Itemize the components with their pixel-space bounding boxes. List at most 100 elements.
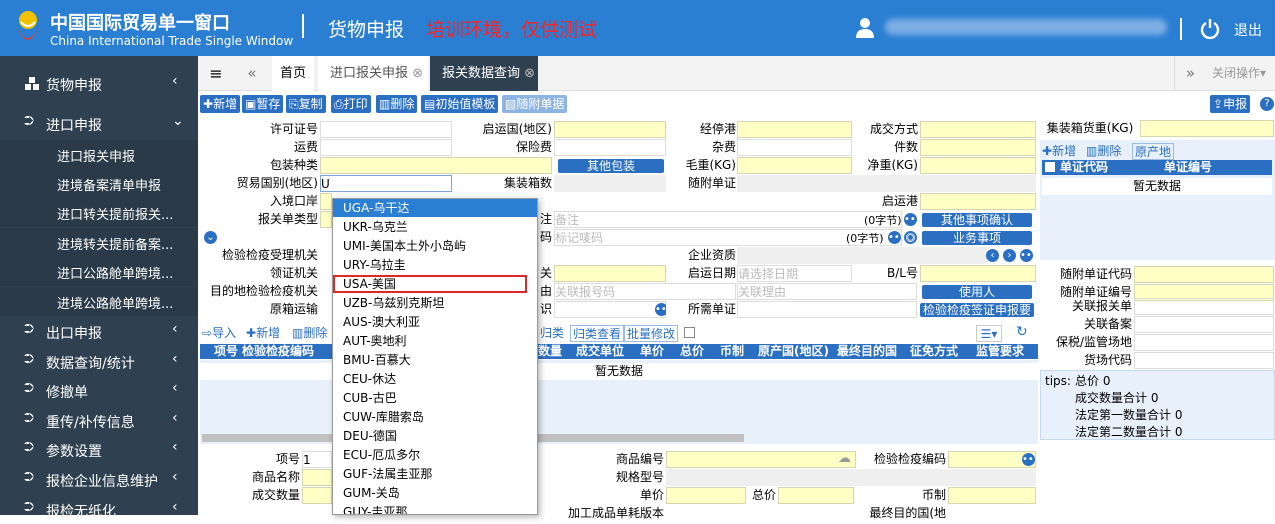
cert-apply-button[interactable]: 检验检疫签证申报要 bbox=[920, 303, 1034, 317]
batch-edit-link[interactable]: 批量修改 bbox=[624, 325, 679, 342]
columns-menu-icon[interactable]: ☰▾ bbox=[976, 325, 1002, 342]
mark-code-input[interactable] bbox=[554, 301, 666, 318]
sidebar-subitem[interactable]: 进口公路舱单跨境... bbox=[0, 257, 198, 286]
sidebar-subitem[interactable]: 进境备案清单申报 bbox=[0, 169, 198, 198]
power-icon[interactable] bbox=[1200, 18, 1220, 40]
insurance-input[interactable] bbox=[554, 139, 666, 156]
tab-next-icon[interactable]: » bbox=[1174, 56, 1206, 91]
template-button[interactable]: ▤初始值模板 bbox=[421, 95, 499, 113]
tab-data-query[interactable]: 报关数据查询 ⊗ bbox=[430, 56, 538, 91]
goods-checkbox[interactable] bbox=[684, 327, 695, 338]
goods-delete-link[interactable]: ▥删除 bbox=[292, 325, 327, 342]
yard-input[interactable] bbox=[1134, 352, 1274, 369]
container-weight-input[interactable] bbox=[1140, 120, 1274, 137]
sidebar-subitem[interactable]: 进境公路舱单跨境... bbox=[0, 287, 198, 316]
next-circle-icon[interactable]: › bbox=[1003, 249, 1016, 262]
declare-button[interactable]: ⇪申报 bbox=[1210, 95, 1251, 113]
dropdown-option[interactable]: CUW-库腊索岛 bbox=[343, 408, 424, 426]
freight-input[interactable] bbox=[320, 139, 452, 156]
country-dropdown[interactable]: UGA-乌干达 UKR-乌克兰 UMI-美国本土外小岛屿 URY-乌拉圭 USA… bbox=[332, 198, 538, 515]
close-operations-menu[interactable]: 关闭操作▾ bbox=[1212, 56, 1275, 91]
dropdown-option[interactable]: CEU-休达 bbox=[343, 370, 396, 388]
close-icon[interactable]: ⊗ bbox=[412, 66, 423, 81]
sidebar-item-goods-declare[interactable]: 货物申报 ‹ bbox=[0, 70, 198, 98]
trade-country-input[interactable]: U bbox=[320, 175, 452, 192]
sidebar-item-paperless[interactable]: ⮊ 报检无纸化 ‹ bbox=[0, 496, 198, 524]
print-button[interactable]: ⎙打印 bbox=[331, 95, 371, 113]
tab-home[interactable]: 首页 bbox=[272, 56, 314, 91]
user-button[interactable]: 使用人 bbox=[922, 285, 1032, 299]
sidebar-item-query[interactable]: ⮊ 数据查询/统计 ‹ bbox=[0, 348, 198, 376]
business-button[interactable]: 业务事项 bbox=[922, 231, 1032, 245]
name-input[interactable] bbox=[302, 469, 332, 486]
dropdown-option[interactable]: BMU-百慕大 bbox=[343, 351, 411, 369]
rel-record-input[interactable] bbox=[1134, 316, 1274, 333]
sidebar-item-export[interactable]: ⮊ 出口申报 ‹ bbox=[0, 318, 198, 346]
sidebar-item-revoke[interactable]: ⮊ 修撤单 ‹ bbox=[0, 377, 198, 405]
required-cert-input[interactable] bbox=[737, 301, 917, 318]
sidebar-subitem[interactable]: 进口转关提前报关... bbox=[0, 198, 198, 227]
ent-qual-input[interactable] bbox=[737, 247, 987, 264]
net-input[interactable] bbox=[920, 157, 1036, 174]
cloud-icon[interactable]: ☁ bbox=[838, 451, 851, 466]
dep-port-input[interactable] bbox=[920, 193, 1036, 210]
delete-button[interactable]: ▥删除 bbox=[376, 95, 418, 113]
origin-country-input[interactable] bbox=[554, 121, 666, 138]
dropdown-option[interactable]: URY-乌拉圭 bbox=[343, 256, 406, 274]
bl-input[interactable] bbox=[920, 265, 1036, 282]
dropdown-option[interactable]: GUF-法属圭亚那 bbox=[343, 465, 432, 483]
classify-view-link[interactable]: 归类查看 bbox=[570, 325, 625, 342]
rel-reason-input[interactable]: 关联理由 bbox=[737, 283, 917, 300]
user-icon[interactable] bbox=[855, 17, 875, 39]
currency-input[interactable] bbox=[948, 487, 1036, 504]
logout-link[interactable]: 退出 bbox=[1234, 20, 1262, 40]
attached-cert-input[interactable] bbox=[737, 175, 1036, 192]
sidebar-subitem[interactable]: 进境转关提前备案... bbox=[0, 228, 198, 257]
via-port-input[interactable] bbox=[737, 121, 852, 138]
package-input[interactable] bbox=[320, 157, 552, 174]
dropdown-option[interactable]: UGA-乌干达 bbox=[343, 199, 409, 217]
import-link[interactable]: ⇨导入 bbox=[202, 325, 236, 342]
cert-delete-link[interactable]: ▥删除 bbox=[1086, 143, 1121, 160]
port-input[interactable] bbox=[554, 265, 666, 282]
sidebar-item-import[interactable]: ⮊ 进口申报 ⌄ bbox=[0, 110, 198, 138]
origin-link[interactable]: 原产地 bbox=[1132, 143, 1175, 160]
save-draft-button[interactable]: ▣暂存 bbox=[242, 95, 284, 113]
new-button[interactable]: ✚新增 bbox=[200, 95, 241, 113]
tab-prev-icon[interactable]: « bbox=[234, 56, 270, 91]
more-icon[interactable]: ••• bbox=[888, 231, 906, 244]
decl-type-input[interactable] bbox=[320, 211, 332, 228]
attached-docs-button[interactable]: ▧随附单据 bbox=[502, 95, 568, 113]
sidebar-item-settings[interactable]: ⮊ 参数设置 ‹ bbox=[0, 436, 198, 464]
container-count-input[interactable] bbox=[554, 175, 666, 192]
other-package-button[interactable]: 其他包装 bbox=[558, 159, 664, 173]
help-icon[interactable]: ? bbox=[1260, 97, 1274, 111]
sidebar-item-enterprise[interactable]: ⮊ 报检企业信息维护 ‹ bbox=[0, 466, 198, 494]
spec-input[interactable] bbox=[666, 469, 1036, 486]
remark-input[interactable]: 备注 bbox=[554, 211, 902, 228]
rel-decl-input[interactable] bbox=[1134, 298, 1274, 315]
deal-mode-input[interactable] bbox=[920, 121, 1036, 138]
camera-icon[interactable]: ◉ bbox=[904, 231, 917, 244]
expand-down-icon[interactable]: ⌄ bbox=[204, 231, 217, 244]
prev-circle-icon[interactable]: ‹ bbox=[986, 249, 999, 262]
classify-link[interactable]: 归类 bbox=[540, 325, 564, 342]
code-input[interactable] bbox=[666, 451, 856, 468]
price-input[interactable] bbox=[666, 487, 746, 504]
dropdown-option[interactable]: ECU-厄瓜多尔 bbox=[343, 446, 420, 464]
close-icon[interactable]: ⊗ bbox=[524, 66, 535, 81]
goods-add-link[interactable]: ✚新增 bbox=[246, 325, 280, 342]
cert-add-link[interactable]: ✚新增 bbox=[1042, 143, 1076, 160]
misc-input[interactable] bbox=[737, 139, 852, 156]
sidebar-subitem[interactable]: 进口报关申报 bbox=[0, 140, 198, 169]
entry-port-input[interactable] bbox=[320, 193, 332, 210]
total-input[interactable] bbox=[778, 487, 854, 504]
pieces-input[interactable] bbox=[920, 139, 1036, 156]
select-all-checkbox[interactable] bbox=[1045, 162, 1055, 172]
gross-input[interactable] bbox=[737, 157, 852, 174]
start-date-input[interactable]: 请选择日期 bbox=[737, 265, 852, 282]
bonded-input[interactable] bbox=[1134, 334, 1274, 351]
rel-bill-input[interactable]: 关联报号码 bbox=[554, 283, 736, 300]
other-confirm-button[interactable]: 其他事项确认 bbox=[922, 213, 1032, 227]
permit-input[interactable] bbox=[320, 121, 452, 138]
